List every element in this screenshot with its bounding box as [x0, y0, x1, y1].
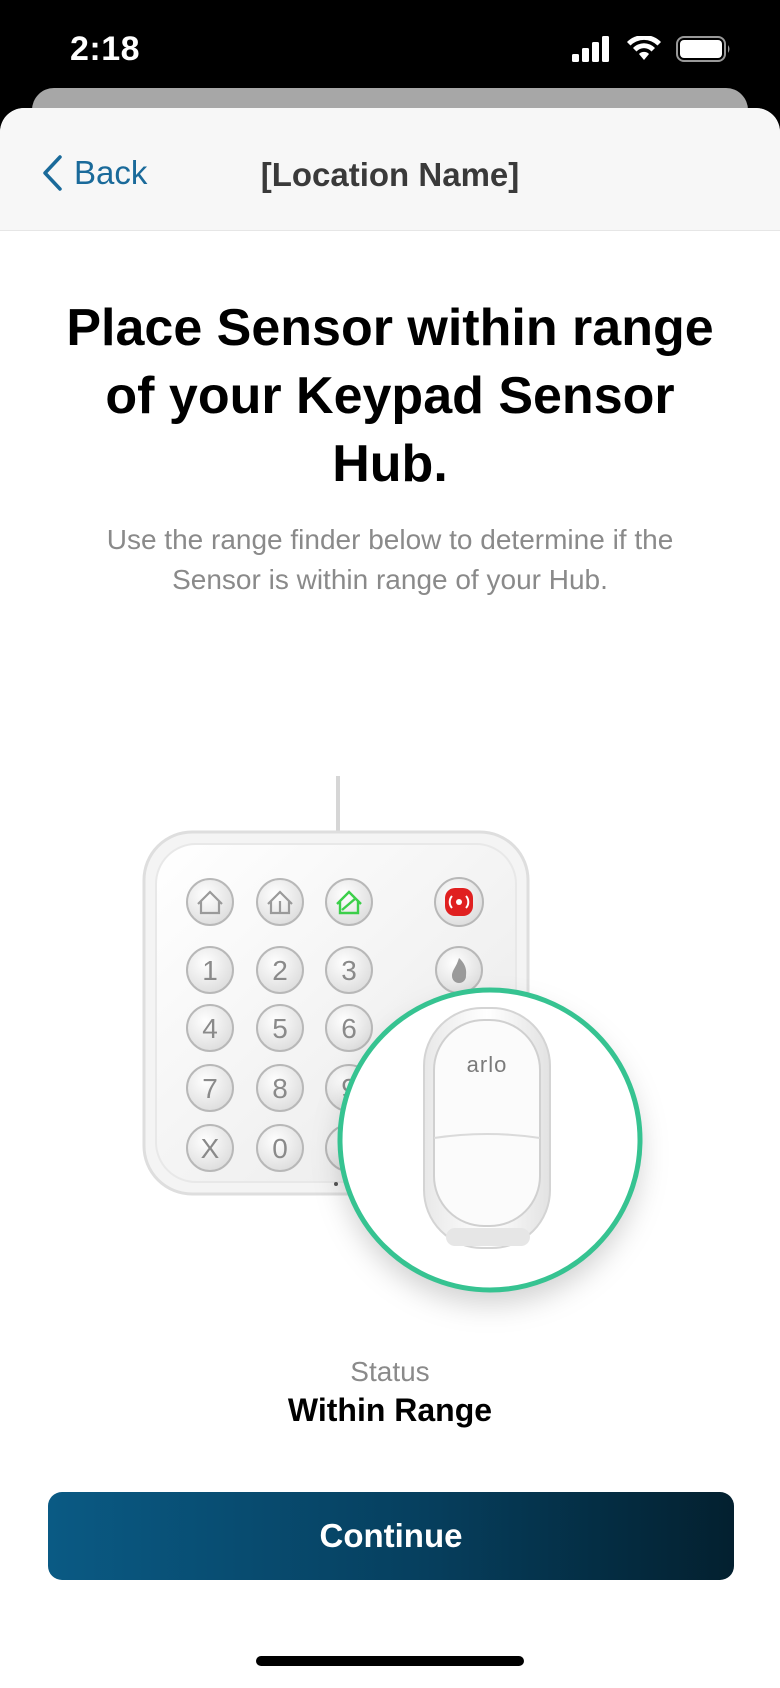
svg-text:5: 5: [272, 1013, 288, 1044]
key-7: 7: [186, 1064, 234, 1112]
key-0: 0: [256, 1124, 304, 1172]
svg-text:4: 4: [202, 1013, 218, 1044]
svg-text:0: 0: [272, 1133, 288, 1164]
keypad-sensor-illustration: 1 2 3 4 5 6 7 8 9 X 0 arlo: [142, 776, 643, 1293]
nav-title: [Location Name]: [260, 156, 520, 193]
alarm-key: [434, 877, 484, 927]
svg-text:8: 8: [272, 1073, 288, 1104]
key-8: 8: [256, 1064, 304, 1112]
away-key: [325, 878, 373, 926]
motion-sensor: arlo: [423, 1007, 551, 1249]
page-title: Place Sensor within range of your Keypad…: [66, 299, 714, 493]
modal-sheet: Back [Location Name] Place Sensor within…: [0, 108, 780, 1688]
home-key: [186, 878, 234, 926]
navigation-bar: Back [Location Name]: [0, 108, 780, 231]
svg-text:6: 6: [341, 1013, 357, 1044]
page-description: Use the range finder below to determine …: [106, 524, 674, 595]
svg-text:X: X: [201, 1133, 220, 1164]
status-time: 2:18: [70, 30, 141, 68]
wifi-icon: [627, 36, 661, 60]
key-4: 4: [186, 1004, 234, 1052]
status-label: Status: [350, 1356, 430, 1387]
home-indicator: [256, 1656, 524, 1666]
svg-text:7: 7: [202, 1073, 218, 1104]
key-1: 1: [186, 946, 234, 994]
key-5: 5: [256, 1004, 304, 1052]
svg-text:3: 3: [341, 955, 357, 986]
continue-button[interactable]: Continue: [48, 1492, 734, 1580]
key-2: 2: [256, 946, 304, 994]
stay-home-key: [256, 878, 304, 926]
key-6: 6: [325, 1004, 373, 1052]
status-icons: [572, 36, 732, 62]
signal-icon: [572, 36, 609, 62]
key-x: X: [186, 1124, 234, 1172]
battery-icon: [676, 36, 730, 62]
svg-text:2: 2: [272, 955, 288, 986]
key-3: 3: [325, 946, 373, 994]
svg-text:1: 1: [202, 955, 218, 986]
sensor-brand-label: arlo: [467, 1052, 508, 1077]
status-value: Within Range: [287, 1392, 493, 1428]
fire-key: [435, 946, 483, 994]
